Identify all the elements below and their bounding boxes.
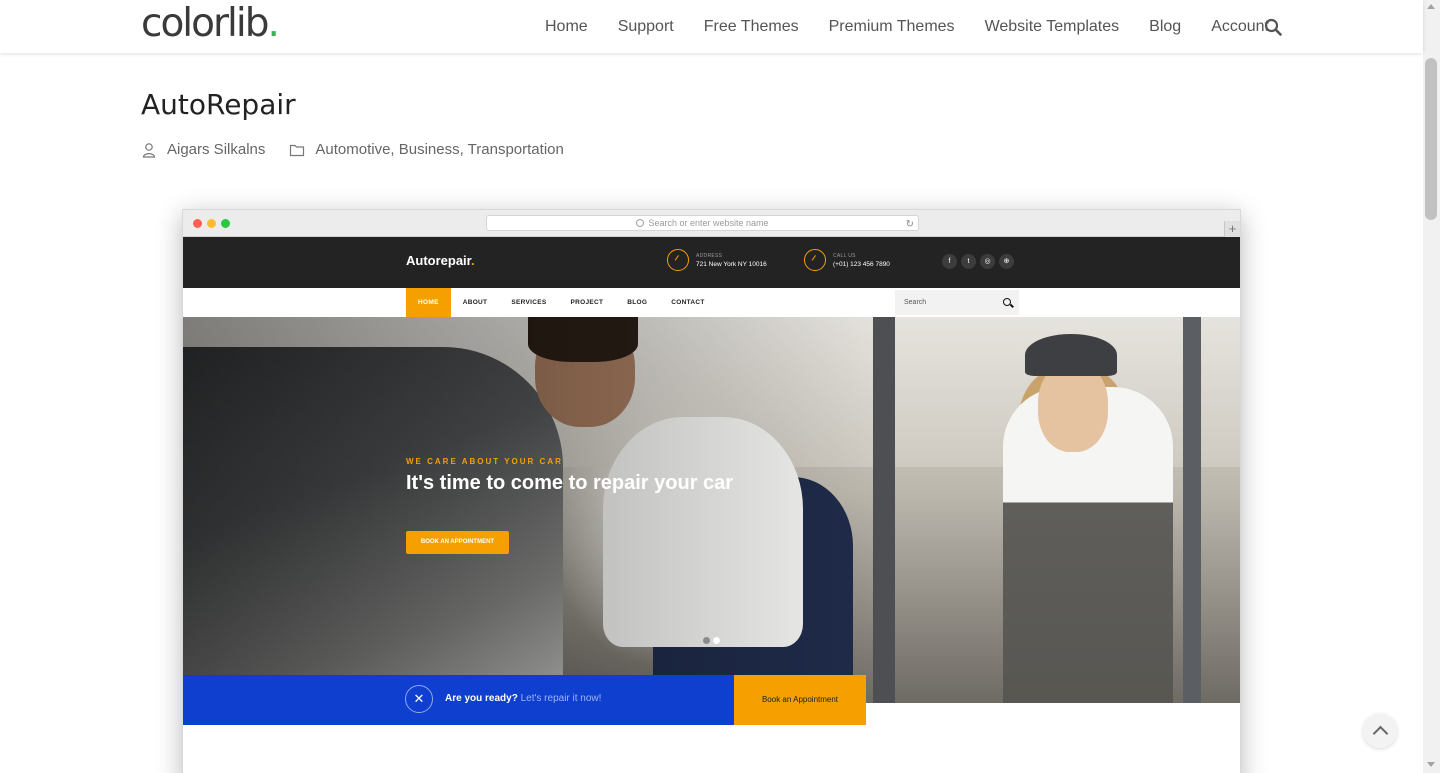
post-title: AutoRepair [141, 88, 296, 121]
mock-search-icon [1003, 298, 1011, 306]
hero-lift-pillar [1183, 317, 1201, 703]
mock-nav-services: SERVICES [511, 299, 547, 306]
nav-website-templates[interactable]: Website Templates [985, 18, 1120, 36]
phone-icon [804, 249, 826, 271]
scroll-down-arrow-icon[interactable] [1427, 762, 1435, 767]
logo-dot: . [267, 1, 279, 46]
slider-dot-active [713, 637, 720, 644]
mock-search-box: Search [895, 290, 1019, 315]
dribbble-icon: ⊕ [999, 254, 1014, 269]
hero-shade-overlay [183, 317, 883, 703]
post-author-link[interactable]: Aigars Silkalns [167, 141, 265, 158]
mock-nav-contact: CONTACT [671, 299, 705, 306]
tools-icon: ✕ [405, 685, 433, 713]
cta-text-alt: Let's repair it now! [520, 693, 602, 704]
user-icon [142, 142, 156, 158]
cta-text-main: Are you ready? [445, 693, 518, 704]
mock-brand-dot: . [471, 253, 475, 268]
mock-brand-text: Autorepair [406, 253, 472, 268]
location-icon [667, 249, 689, 271]
instagram-icon: ◎ [980, 254, 995, 269]
nav-premium-themes[interactable]: Premium Themes [829, 18, 955, 36]
hero-title: It's time to come to repair your car [406, 472, 734, 494]
facebook-icon: f [942, 254, 957, 269]
theme-preview-mockup[interactable]: Search or enter website name ↻ + Autorep… [182, 209, 1241, 773]
url-placeholder: Search or enter website name [648, 218, 769, 228]
nav-home[interactable]: Home [545, 18, 588, 36]
url-search-icon [636, 219, 645, 227]
mock-nav-about: ABOUT [462, 299, 488, 306]
mock-topbar: Autorepair. ADDRESS 721 New York NY 10016… [183, 237, 1240, 288]
mock-social-links: f t ◎ ⊕ [942, 254, 1018, 269]
mock-nav-items: HOME ABOUT SERVICES PROJECT BLOG CONTACT [406, 288, 717, 317]
page-scrollbar[interactable] [1423, 0, 1440, 773]
twitter-icon: t [961, 254, 976, 269]
mock-nav: HOME ABOUT SERVICES PROJECT BLOG CONTACT… [183, 288, 1240, 317]
mock-nav-project: PROJECT [570, 299, 604, 306]
colorlib-logo[interactable]: colorlib. [141, 1, 280, 46]
site-header: colorlib. Home Support Free Themes Premi… [0, 0, 1423, 53]
nav-account[interactable]: Account [1211, 18, 1269, 36]
mock-address: ADDRESS 721 New York NY 10016 [667, 249, 767, 271]
mock-nav-blog: BLOG [627, 299, 648, 306]
mock-nav-home: HOME [406, 288, 451, 317]
slider-dot [703, 637, 710, 644]
maximize-dot-icon [221, 219, 230, 228]
hero-woman-cap [1025, 334, 1117, 376]
mock-call-value: (+01) 123 456 7890 [833, 260, 890, 268]
main-nav: Home Support Free Themes Premium Themes … [515, 0, 1269, 53]
browser-url-bar: Search or enter website name ↻ [486, 215, 919, 231]
close-dot-icon [193, 219, 202, 228]
reload-icon: ↻ [905, 219, 914, 230]
new-tab-icon: + [1224, 221, 1240, 237]
post-categories-link[interactable]: Automotive, Business, Transportation [315, 141, 563, 158]
folder-icon [290, 144, 305, 156]
mock-call-label: CALL US [833, 252, 856, 259]
post-meta: Aigars Silkalns Automotive, Business, Tr… [141, 141, 564, 158]
mock-book-button: Book an Appointment [734, 675, 866, 725]
mock-call: CALL US (+01) 123 456 7890 [804, 249, 890, 271]
mock-cta-strip: ✕ Are you ready? Let's repair it now! [183, 675, 734, 725]
nav-support[interactable]: Support [618, 18, 674, 36]
hero-book-button: BOOK AN APPOINTMENT [406, 531, 509, 554]
logo-text: colorlib [141, 1, 269, 46]
mock-search-placeholder: Search [904, 299, 927, 306]
scroll-up-arrow-icon[interactable] [1427, 4, 1435, 9]
hero-slider-dots [703, 637, 723, 644]
browser-chrome: Search or enter website name ↻ + [183, 210, 1240, 237]
minimize-dot-icon [207, 219, 216, 228]
mock-brand: Autorepair. [406, 253, 475, 268]
nav-blog[interactable]: Blog [1149, 18, 1181, 36]
search-icon[interactable] [1264, 18, 1282, 36]
hero-pretitle: WE CARE ABOUT YOUR CAR [406, 457, 563, 466]
nav-free-themes[interactable]: Free Themes [704, 18, 799, 36]
mock-hero-image: WE CARE ABOUT YOUR CAR It's time to come… [183, 317, 1240, 703]
mock-cta-text: Are you ready? Let's repair it now! [445, 693, 601, 704]
scroll-thumb[interactable] [1425, 58, 1437, 220]
mock-address-value: 721 New York NY 10016 [696, 260, 767, 268]
mock-address-label: ADDRESS [696, 252, 723, 259]
back-to-top-chevron-icon[interactable] [1363, 714, 1397, 748]
